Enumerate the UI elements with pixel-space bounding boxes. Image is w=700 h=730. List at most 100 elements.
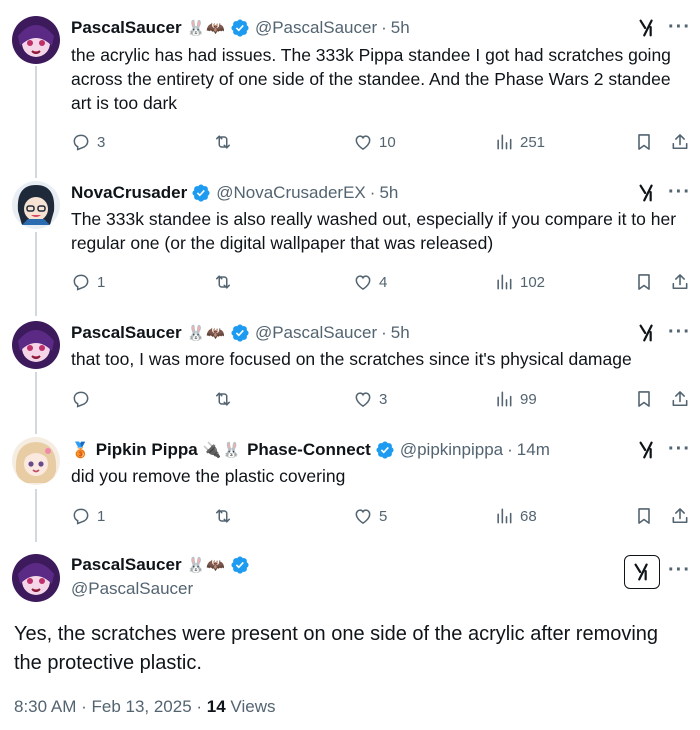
timestamp[interactable]: 8:30 AM · Feb 13, 2025 · bbox=[14, 697, 207, 716]
name-emoji: 🐰🦇 bbox=[186, 20, 226, 37]
avatar[interactable] bbox=[12, 554, 60, 602]
views-icon bbox=[497, 508, 512, 524]
reply-button[interactable]: 1 bbox=[71, 505, 105, 527]
display-name[interactable]: PascalSaucer bbox=[71, 555, 182, 575]
views-count: 99 bbox=[520, 390, 537, 408]
tweet[interactable]: PascalSaucer 🐰🦇 @PascalSaucer · 5h ··· t… bbox=[0, 0, 700, 170]
display-name[interactable]: PascalSaucer bbox=[71, 18, 182, 38]
share-button[interactable] bbox=[670, 388, 690, 410]
retweet-button[interactable] bbox=[213, 388, 233, 410]
bookmark-button[interactable] bbox=[634, 131, 654, 153]
share-icon bbox=[672, 134, 688, 150]
display-name-suffix[interactable]: Phase-Connect bbox=[247, 440, 371, 460]
tweet-header: PascalSaucer 🐰🦇 @PascalSaucer · 5h bbox=[71, 322, 700, 344]
user-handle[interactable]: @NovaCrusaderEX bbox=[216, 183, 366, 203]
reply-button[interactable] bbox=[71, 388, 97, 410]
display-name[interactable]: NovaCrusader bbox=[71, 183, 187, 203]
user-handle[interactable]: @PascalSaucer bbox=[71, 579, 193, 599]
reply-icon bbox=[73, 391, 89, 408]
more-icon[interactable]: ··· bbox=[668, 182, 690, 209]
grok-icon[interactable] bbox=[636, 182, 658, 204]
retweet-icon bbox=[216, 135, 230, 149]
bookmark-icon bbox=[638, 134, 650, 150]
like-button[interactable]: 10 bbox=[353, 131, 396, 153]
share-button[interactable] bbox=[670, 271, 690, 293]
verified-badge-icon bbox=[231, 324, 249, 342]
reply-count: 1 bbox=[97, 507, 106, 525]
more-icon[interactable]: ··· bbox=[668, 322, 690, 349]
separator-dot: · bbox=[381, 323, 387, 342]
bookmark-button[interactable] bbox=[634, 271, 654, 293]
main-tweet-author: PascalSaucer 🐰🦇 bbox=[71, 554, 250, 576]
display-name[interactable]: PascalSaucer bbox=[71, 323, 182, 343]
grok-icon[interactable] bbox=[636, 439, 658, 461]
reply-count: 3 bbox=[97, 133, 106, 151]
views-icon bbox=[497, 391, 512, 407]
tweet-time[interactable]: 5h bbox=[391, 18, 410, 38]
grok-icon[interactable] bbox=[636, 17, 658, 39]
tweet-text: the acrylic has had issues. The 333k Pip… bbox=[71, 45, 671, 113]
display-name[interactable]: Pipkin Pippa bbox=[96, 440, 198, 460]
like-icon bbox=[355, 392, 371, 407]
tweet[interactable]: 🥉 Pipkin Pippa 🔌🐰 Phase-Connect @pipkinp… bbox=[0, 427, 700, 540]
tweet[interactable]: PascalSaucer 🐰🦇 @PascalSaucer · 5h ··· t… bbox=[0, 310, 700, 427]
like-icon bbox=[355, 509, 371, 524]
tweet-text: that too, I was more focused on the scra… bbox=[71, 349, 632, 369]
verified-badge-icon bbox=[376, 441, 394, 459]
like-button[interactable]: 3 bbox=[353, 388, 387, 410]
tweet-text: did you remove the plastic covering bbox=[71, 466, 346, 486]
tweet[interactable]: NovaCrusader @NovaCrusaderEX · 5h ··· Th… bbox=[0, 170, 700, 310]
share-icon bbox=[672, 508, 688, 524]
reply-button[interactable]: 3 bbox=[71, 131, 105, 153]
reply-icon bbox=[73, 274, 89, 291]
views-button[interactable]: 99 bbox=[494, 388, 537, 410]
views-icon bbox=[497, 274, 512, 290]
retweet-icon bbox=[216, 392, 230, 406]
bookmark-icon bbox=[638, 508, 650, 524]
views-count: 68 bbox=[520, 507, 537, 525]
avatar[interactable] bbox=[12, 16, 60, 64]
reply-icon bbox=[73, 508, 89, 525]
more-icon[interactable]: ··· bbox=[668, 17, 690, 44]
avatar[interactable] bbox=[12, 321, 60, 369]
like-icon bbox=[355, 275, 371, 290]
bookmark-button[interactable] bbox=[634, 505, 654, 527]
views-icon bbox=[497, 134, 512, 150]
tweet-header: NovaCrusader @NovaCrusaderEX · 5h bbox=[71, 182, 700, 204]
share-icon bbox=[672, 391, 688, 407]
like-button[interactable]: 4 bbox=[353, 271, 387, 293]
tweet-time[interactable]: 14m bbox=[517, 440, 550, 460]
avatar[interactable] bbox=[12, 181, 60, 229]
like-count: 5 bbox=[379, 507, 388, 525]
more-icon[interactable]: ··· bbox=[668, 560, 690, 587]
user-handle[interactable]: @pipkinpippa bbox=[400, 440, 503, 460]
bookmark-button[interactable] bbox=[634, 388, 654, 410]
more-icon[interactable]: ··· bbox=[668, 439, 690, 466]
views-button[interactable]: 251 bbox=[494, 131, 545, 153]
tweet-time[interactable]: 5h bbox=[379, 183, 398, 203]
retweet-icon bbox=[216, 275, 230, 289]
retweet-button[interactable] bbox=[213, 505, 233, 527]
share-button[interactable] bbox=[670, 505, 690, 527]
retweet-button[interactable] bbox=[213, 131, 233, 153]
tweet-time[interactable]: 5h bbox=[391, 323, 410, 343]
verified-badge-icon bbox=[231, 556, 249, 574]
verified-badge-icon bbox=[192, 184, 210, 202]
avatar[interactable] bbox=[12, 437, 60, 485]
views-button[interactable]: 68 bbox=[494, 505, 537, 527]
rank-badge-emoji: 🥉 bbox=[71, 442, 91, 459]
tweet-actions: 1 4 102 bbox=[71, 271, 700, 293]
share-button[interactable] bbox=[670, 131, 690, 153]
views-label: Views bbox=[225, 697, 276, 716]
like-count: 10 bbox=[379, 133, 396, 151]
grok-icon[interactable] bbox=[636, 322, 658, 344]
grok-button[interactable] bbox=[624, 555, 660, 589]
reply-button[interactable]: 1 bbox=[71, 271, 105, 293]
name-emoji: 🔌🐰 bbox=[202, 442, 243, 459]
retweet-button[interactable] bbox=[213, 271, 233, 293]
views-button[interactable]: 102 bbox=[494, 271, 545, 293]
user-handle[interactable]: @PascalSaucer bbox=[255, 18, 377, 38]
user-handle[interactable]: @PascalSaucer bbox=[255, 323, 377, 343]
like-button[interactable]: 5 bbox=[353, 505, 387, 527]
reply-icon bbox=[73, 134, 89, 151]
